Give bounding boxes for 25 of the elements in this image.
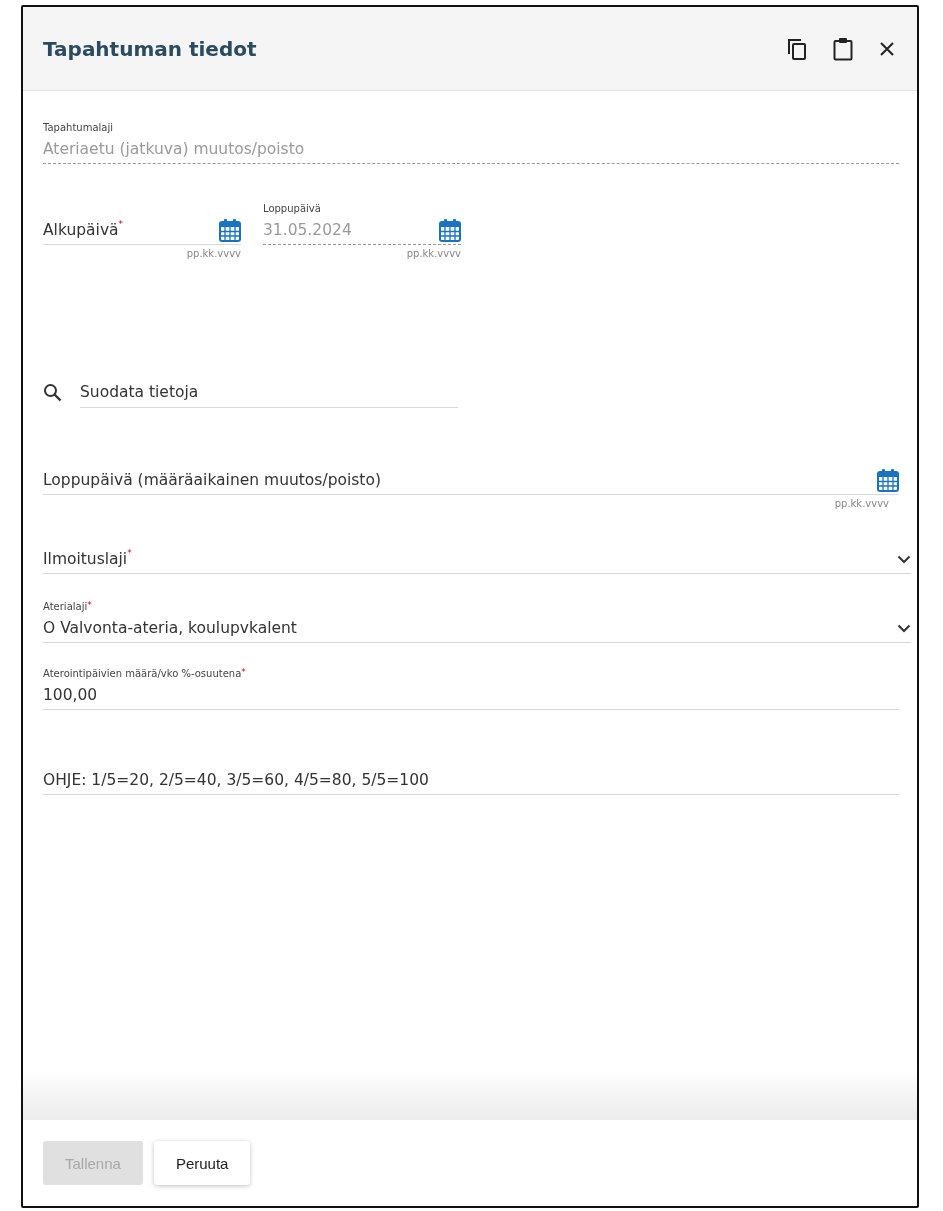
field-label: Ilmoituslaji$^{*}$ (43, 550, 132, 568)
field-label: Alkupäivä$^{*}$ (43, 221, 124, 239)
date-format-hint: pp.kk.vvvv (834, 498, 889, 509)
chevron-down-icon[interactable] (897, 554, 911, 564)
calendar-icon[interactable] (439, 218, 461, 242)
date-format-hint: pp.kk.vvvv (186, 248, 241, 259)
field-label: Tapahtumalaji (43, 122, 113, 133)
field-label: Aterointipäivien määrä/vko %-osuutena$^{*}$ (43, 668, 246, 679)
date-value: 31.05.2024 (263, 221, 353, 239)
date-field[interactable]: Alkupäivä$^{*}$ (43, 216, 241, 245)
field-value: OHJE: 1/5=20, 2/5=40, 3/5=60, 4/5=80, 5/5=100 (43, 771, 430, 789)
field-value: 100,00 (43, 686, 99, 704)
dialog-title: Tapahtuman tiedot (43, 36, 258, 61)
cancel-button[interactable]: Peruuta (153, 1141, 251, 1185)
filter-field[interactable]: Suodata tietoja (80, 377, 458, 408)
field-label: Aterialaji$^{*}$ (43, 601, 92, 612)
field-value: O Valvonta-ateria, koulupvkalent (43, 619, 298, 637)
calendar-icon[interactable] (877, 468, 899, 492)
date-format-hint: pp.kk.vvvv (406, 248, 461, 259)
search-icon (43, 383, 62, 402)
calendar-icon[interactable] (219, 218, 241, 242)
field-label: Loppupäivä (263, 203, 321, 214)
field-label: Loppupäivä (määräaikainen muutos/poisto) (43, 471, 381, 489)
chevron-down-icon[interactable] (897, 623, 911, 633)
field-value: Ateriaetu (jatkuva) muutos/poisto (43, 140, 306, 158)
